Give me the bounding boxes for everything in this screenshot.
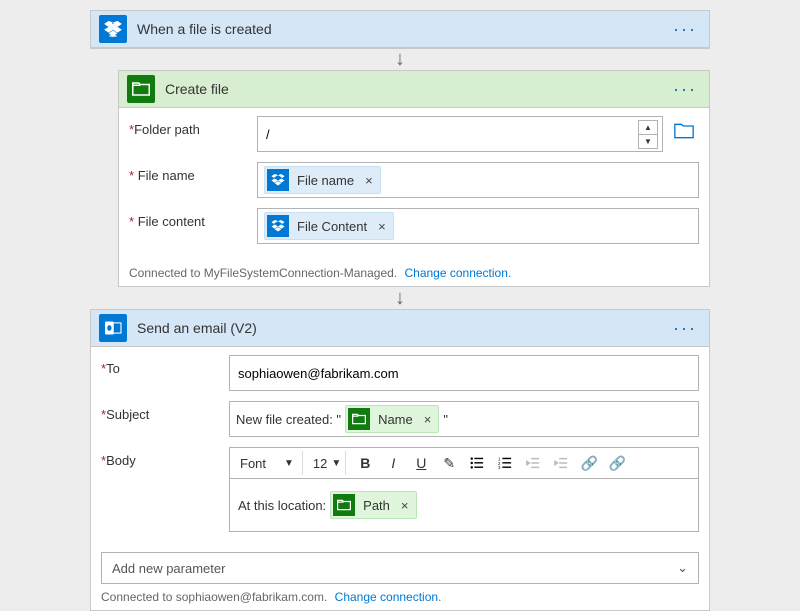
add-parameter-select[interactable]: Add new parameter ⌄ [101, 552, 699, 584]
step-title: Send an email (V2) [137, 320, 659, 336]
subject-input[interactable]: New file created: " Name × " [229, 401, 699, 437]
filesystem-icon [348, 408, 370, 430]
file-content-label: * File content [129, 208, 249, 229]
send-email-step: Send an email (V2) ··· *To *Subject New … [90, 309, 710, 611]
subject-label: *Subject [101, 401, 221, 422]
filesystem-icon [333, 494, 355, 516]
link-icon[interactable]: 🔗 [576, 450, 602, 476]
connection-footer: Connected to MyFileSystemConnection-Mana… [119, 260, 709, 286]
connection-footer: Connected to sophiaowen@fabrikam.com. Ch… [91, 584, 709, 610]
remove-token-icon[interactable]: × [362, 173, 376, 188]
more-menu-icon[interactable]: ··· [669, 318, 701, 339]
outlook-icon [99, 314, 127, 342]
outdent-icon[interactable] [520, 450, 546, 476]
file-name-input[interactable]: File name × [257, 162, 699, 198]
number-list-icon[interactable]: 123 [492, 450, 518, 476]
to-input[interactable] [229, 355, 699, 391]
font-select[interactable]: Font▼ [234, 451, 303, 475]
token-name[interactable]: Name × [345, 405, 439, 433]
dropbox-icon [99, 15, 127, 43]
body-label: *Body [101, 447, 221, 468]
spinner-icon[interactable]: ▲▼ [638, 120, 658, 149]
token-path[interactable]: Path × [330, 491, 416, 519]
step-title: Create file [165, 81, 659, 97]
italic-icon[interactable]: I [380, 450, 406, 476]
body-input[interactable]: At this location: Path × [229, 479, 699, 532]
svg-text:3: 3 [498, 465, 501, 470]
change-connection-link[interactable]: Change connection [404, 266, 507, 280]
token-file-name[interactable]: File name × [264, 166, 381, 194]
dropbox-icon [267, 215, 289, 237]
step-header[interactable]: Create file ··· [119, 71, 709, 108]
remove-token-icon[interactable]: × [398, 498, 412, 513]
step-header[interactable]: Send an email (V2) ··· [91, 310, 709, 347]
token-file-content[interactable]: File Content × [264, 212, 394, 240]
font-size-select[interactable]: 12▼ [309, 451, 346, 475]
filesystem-icon [127, 75, 155, 103]
folder-path-input[interactable]: ▲▼ [257, 116, 663, 152]
remove-token-icon[interactable]: × [421, 412, 435, 427]
highlight-icon[interactable]: ✎ [436, 450, 462, 476]
bold-icon[interactable]: B [352, 450, 378, 476]
file-content-input[interactable]: File Content × [257, 208, 699, 244]
underline-icon[interactable]: U [408, 450, 434, 476]
dropbox-icon [267, 169, 289, 191]
remove-token-icon[interactable]: × [375, 219, 389, 234]
folder-picker-icon[interactable] [669, 116, 699, 146]
chevron-down-icon: ⌄ [677, 560, 688, 576]
bullet-list-icon[interactable] [464, 450, 490, 476]
more-menu-icon[interactable]: ··· [669, 79, 701, 100]
arrow-down-icon: ↓ [90, 287, 710, 309]
folder-path-label: *Folder path [129, 116, 249, 137]
create-file-step: Create file ··· *Folder path ▲▼ * File n… [118, 70, 710, 287]
step-title: When a file is created [137, 21, 659, 37]
rich-text-toolbar: Font▼ 12▼ B I U ✎ 123 🔗 🔗 [229, 447, 699, 479]
to-label: *To [101, 355, 221, 376]
more-menu-icon[interactable]: ··· [669, 19, 701, 40]
indent-icon[interactable] [548, 450, 574, 476]
unlink-icon[interactable]: 🔗 [604, 450, 630, 476]
file-name-label: * File name [129, 162, 249, 183]
arrow-down-icon: ↓ [90, 48, 710, 70]
change-connection-link[interactable]: Change connection [335, 590, 438, 604]
trigger-step[interactable]: When a file is created ··· [90, 10, 710, 49]
